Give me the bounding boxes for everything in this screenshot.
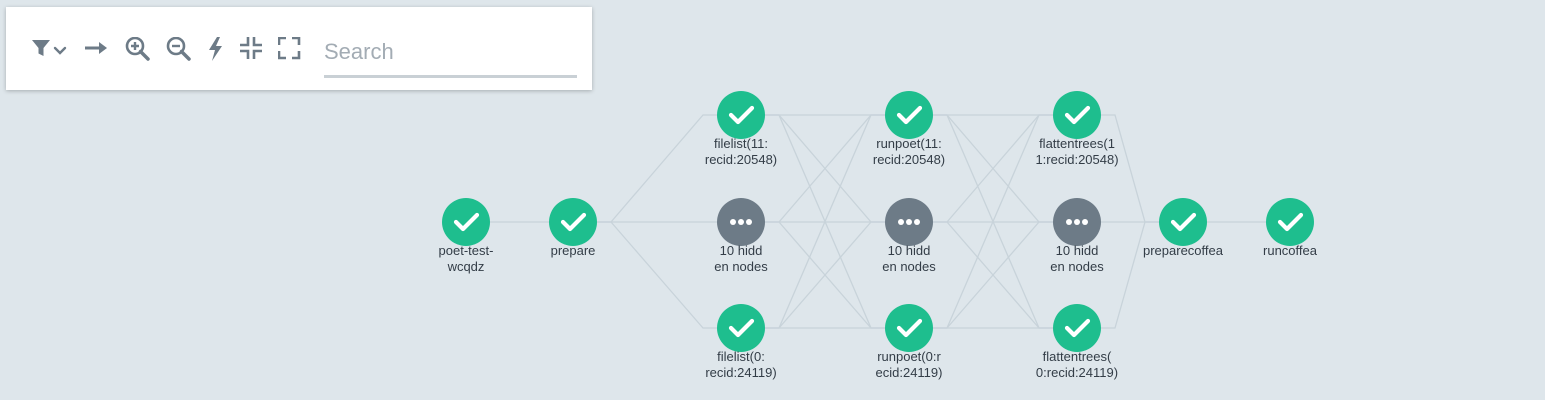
- node-label-line: 10 hidd: [719, 243, 763, 258]
- node-label: runcoffea: [1230, 243, 1350, 259]
- workflow-node[interactable]: [1053, 304, 1101, 352]
- success-node-circle[interactable]: [885, 304, 933, 352]
- node-label-line: en nodes: [714, 259, 768, 274]
- node-label-line: runcoffea: [1263, 243, 1317, 258]
- success-node-circle[interactable]: [1159, 198, 1207, 246]
- graph-edge: [597, 221, 717, 329]
- workflow-node[interactable]: [1159, 198, 1207, 246]
- node-label-line: recid:20548): [704, 152, 778, 167]
- filter-icon: [32, 40, 50, 56]
- workflow-node[interactable]: [549, 198, 597, 246]
- node-label: flattentrees(0:recid:24119): [1017, 349, 1137, 381]
- node-label: 10 hidd en nodes: [1017, 243, 1137, 275]
- search-box: [324, 33, 577, 78]
- zoom-out-button[interactable]: [164, 37, 196, 69]
- workflow-node[interactable]: [717, 91, 765, 139]
- node-label: prepare: [513, 243, 633, 259]
- node-label: 10 hidd en nodes: [849, 243, 969, 275]
- node-label-line: poet-test-: [438, 243, 494, 258]
- zoom-in-icon: [125, 37, 150, 61]
- ellipsis-icon: [730, 219, 752, 225]
- node-label-line: flattentrees(1: [1039, 136, 1115, 151]
- graph-edge: [765, 114, 885, 223]
- workflow-node[interactable]: [885, 304, 933, 352]
- node-label-line: filelist(11:: [714, 136, 768, 151]
- hidden-nodes-group[interactable]: [885, 198, 933, 246]
- success-node-circle[interactable]: [549, 198, 597, 246]
- node-label-line: filelist(0:: [717, 349, 765, 364]
- success-node-circle[interactable]: [1053, 91, 1101, 139]
- node-label-line: preparecoffea: [1143, 243, 1223, 258]
- workflow-node[interactable]: [717, 304, 765, 352]
- direction-button[interactable]: [82, 37, 114, 69]
- graph-edge: [933, 114, 1053, 223]
- node-label-line: runpoet(0:r: [877, 349, 941, 364]
- node-label: poet-test-wcqdz: [406, 243, 526, 275]
- workflow-node[interactable]: [1266, 198, 1314, 246]
- node-label-line: 10 hidd: [887, 243, 931, 258]
- fit-screen-button[interactable]: [278, 37, 310, 69]
- expand-icon: [278, 37, 301, 60]
- node-label: runpoet(11: recid:20548): [849, 136, 969, 168]
- node-label-line: ecid:24119): [875, 365, 943, 380]
- workflow-node[interactable]: [442, 198, 490, 246]
- zoom-out-icon: [166, 37, 191, 61]
- zoom-in-button[interactable]: [123, 37, 155, 69]
- node-label-line: wcqdz: [447, 259, 485, 274]
- collapse-icon: [240, 37, 262, 59]
- graph-edge: [933, 221, 1053, 329]
- node-label: 10 hidd en nodes: [681, 243, 801, 275]
- hidden-nodes-group[interactable]: [717, 198, 765, 246]
- node-label-line: en nodes: [882, 259, 936, 274]
- filter-dropdown-button[interactable]: [30, 37, 70, 69]
- node-label: flattentrees(1 1:recid:20548): [1017, 136, 1137, 168]
- node-label: runpoet(0:r ecid:24119): [849, 349, 969, 381]
- graph-edge: [1101, 221, 1159, 329]
- lightning-button[interactable]: [204, 37, 236, 69]
- ellipsis-icon: [898, 219, 920, 225]
- graph-edge: [1101, 114, 1159, 223]
- lightning-icon: [209, 37, 222, 61]
- node-label-line: 10 hidd: [1055, 243, 1099, 258]
- graph-edge: [597, 114, 717, 223]
- success-node-circle[interactable]: [1053, 304, 1101, 352]
- chevron-down-icon: [53, 46, 67, 55]
- success-node-circle[interactable]: [717, 91, 765, 139]
- graph-toolbar: [6, 7, 592, 90]
- success-node-circle[interactable]: [717, 304, 765, 352]
- node-label-line: prepare: [550, 243, 596, 258]
- node-label: preparecoffea: [1123, 243, 1243, 259]
- node-label-line: flattentrees(: [1042, 349, 1112, 364]
- workflow-node[interactable]: [885, 91, 933, 139]
- node-label-line: en nodes: [1050, 259, 1104, 274]
- search-input[interactable]: [324, 33, 577, 71]
- workflow-node[interactable]: [1053, 91, 1101, 139]
- node-label-line: recid:20548): [872, 152, 946, 167]
- hidden-nodes-group[interactable]: [1053, 198, 1101, 246]
- node-label-line: runpoet(11:: [876, 136, 942, 151]
- node-label-line: recid:24119): [705, 365, 777, 380]
- ellipsis-icon: [1066, 219, 1088, 225]
- arrow-right-icon: [85, 42, 107, 54]
- graph-edge: [765, 221, 885, 329]
- node-label-line: 0:recid:24119): [1035, 365, 1119, 380]
- collapse-button[interactable]: [240, 37, 272, 69]
- success-node-circle[interactable]: [885, 91, 933, 139]
- success-node-circle[interactable]: [442, 198, 490, 246]
- node-label-line: 1:recid:20548): [1035, 152, 1119, 167]
- success-node-circle[interactable]: [1266, 198, 1314, 246]
- node-label: filelist(0: recid:24119): [681, 349, 801, 381]
- node-label: filelist(11: recid:20548): [681, 136, 801, 168]
